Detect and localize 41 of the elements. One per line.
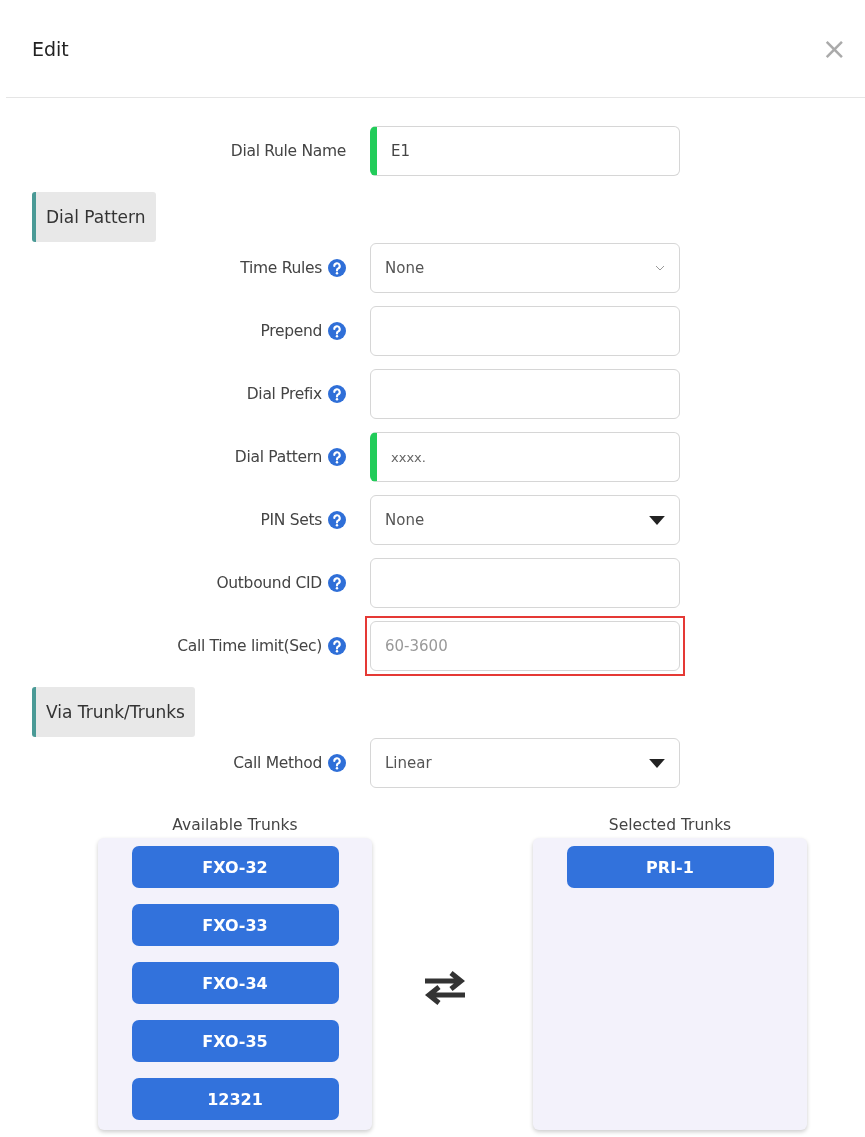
- caret-icon: [649, 758, 665, 768]
- field-label: Call Method: [233, 754, 322, 772]
- caret-icon: [649, 515, 665, 525]
- help-icon[interactable]: [328, 259, 346, 277]
- dialog-title: Edit: [32, 37, 69, 60]
- input-field[interactable]: [370, 306, 680, 356]
- help-icon[interactable]: [328, 511, 346, 529]
- help-icon[interactable]: [328, 754, 346, 772]
- input-field[interactable]: [370, 558, 680, 608]
- trunk-item[interactable]: FXO-34: [131, 962, 339, 1004]
- trunk-item[interactable]: FXO-32: [131, 846, 339, 888]
- help-icon[interactable]: [328, 322, 346, 340]
- input-field[interactable]: [370, 369, 680, 419]
- trunk-item[interactable]: FXO-35: [131, 1020, 339, 1062]
- input-field[interactable]: xxxx.: [370, 432, 680, 482]
- list-title: Available Trunks: [172, 816, 298, 834]
- section-header: Dial Pattern: [32, 192, 156, 242]
- field-label: Outbound CID: [216, 574, 322, 592]
- field-label: Call Time limit(Sec): [177, 637, 322, 655]
- select-field[interactable]: None: [370, 243, 680, 293]
- input-field[interactable]: E1: [370, 126, 680, 176]
- trunk-item[interactable]: FXO-33: [131, 904, 339, 946]
- help-icon[interactable]: [328, 637, 346, 655]
- chevron-icon: [655, 265, 665, 271]
- trunk-item[interactable]: PRI-1: [566, 846, 774, 888]
- field-label: Time Rules: [240, 259, 322, 277]
- select-field[interactable]: Linear: [370, 738, 680, 788]
- help-icon[interactable]: [328, 385, 346, 403]
- field-label: Dial Prefix: [246, 385, 322, 403]
- field-label: Dial Rule Name: [230, 142, 346, 160]
- section-header: Via Trunk/Trunks: [32, 687, 195, 737]
- field-label: Prepend: [260, 322, 322, 340]
- field-label: Dial Pattern: [234, 448, 322, 466]
- trunk-item[interactable]: 12321: [131, 1078, 339, 1120]
- help-icon[interactable]: [328, 574, 346, 592]
- list-title: Selected Trunks: [608, 816, 732, 834]
- select-field[interactable]: None: [370, 495, 680, 545]
- close-button[interactable]: ×: [821, 33, 847, 64]
- input-field[interactable]: 60-3600: [370, 621, 680, 671]
- help-icon[interactable]: [328, 448, 346, 466]
- field-label: PIN Sets: [260, 511, 322, 529]
